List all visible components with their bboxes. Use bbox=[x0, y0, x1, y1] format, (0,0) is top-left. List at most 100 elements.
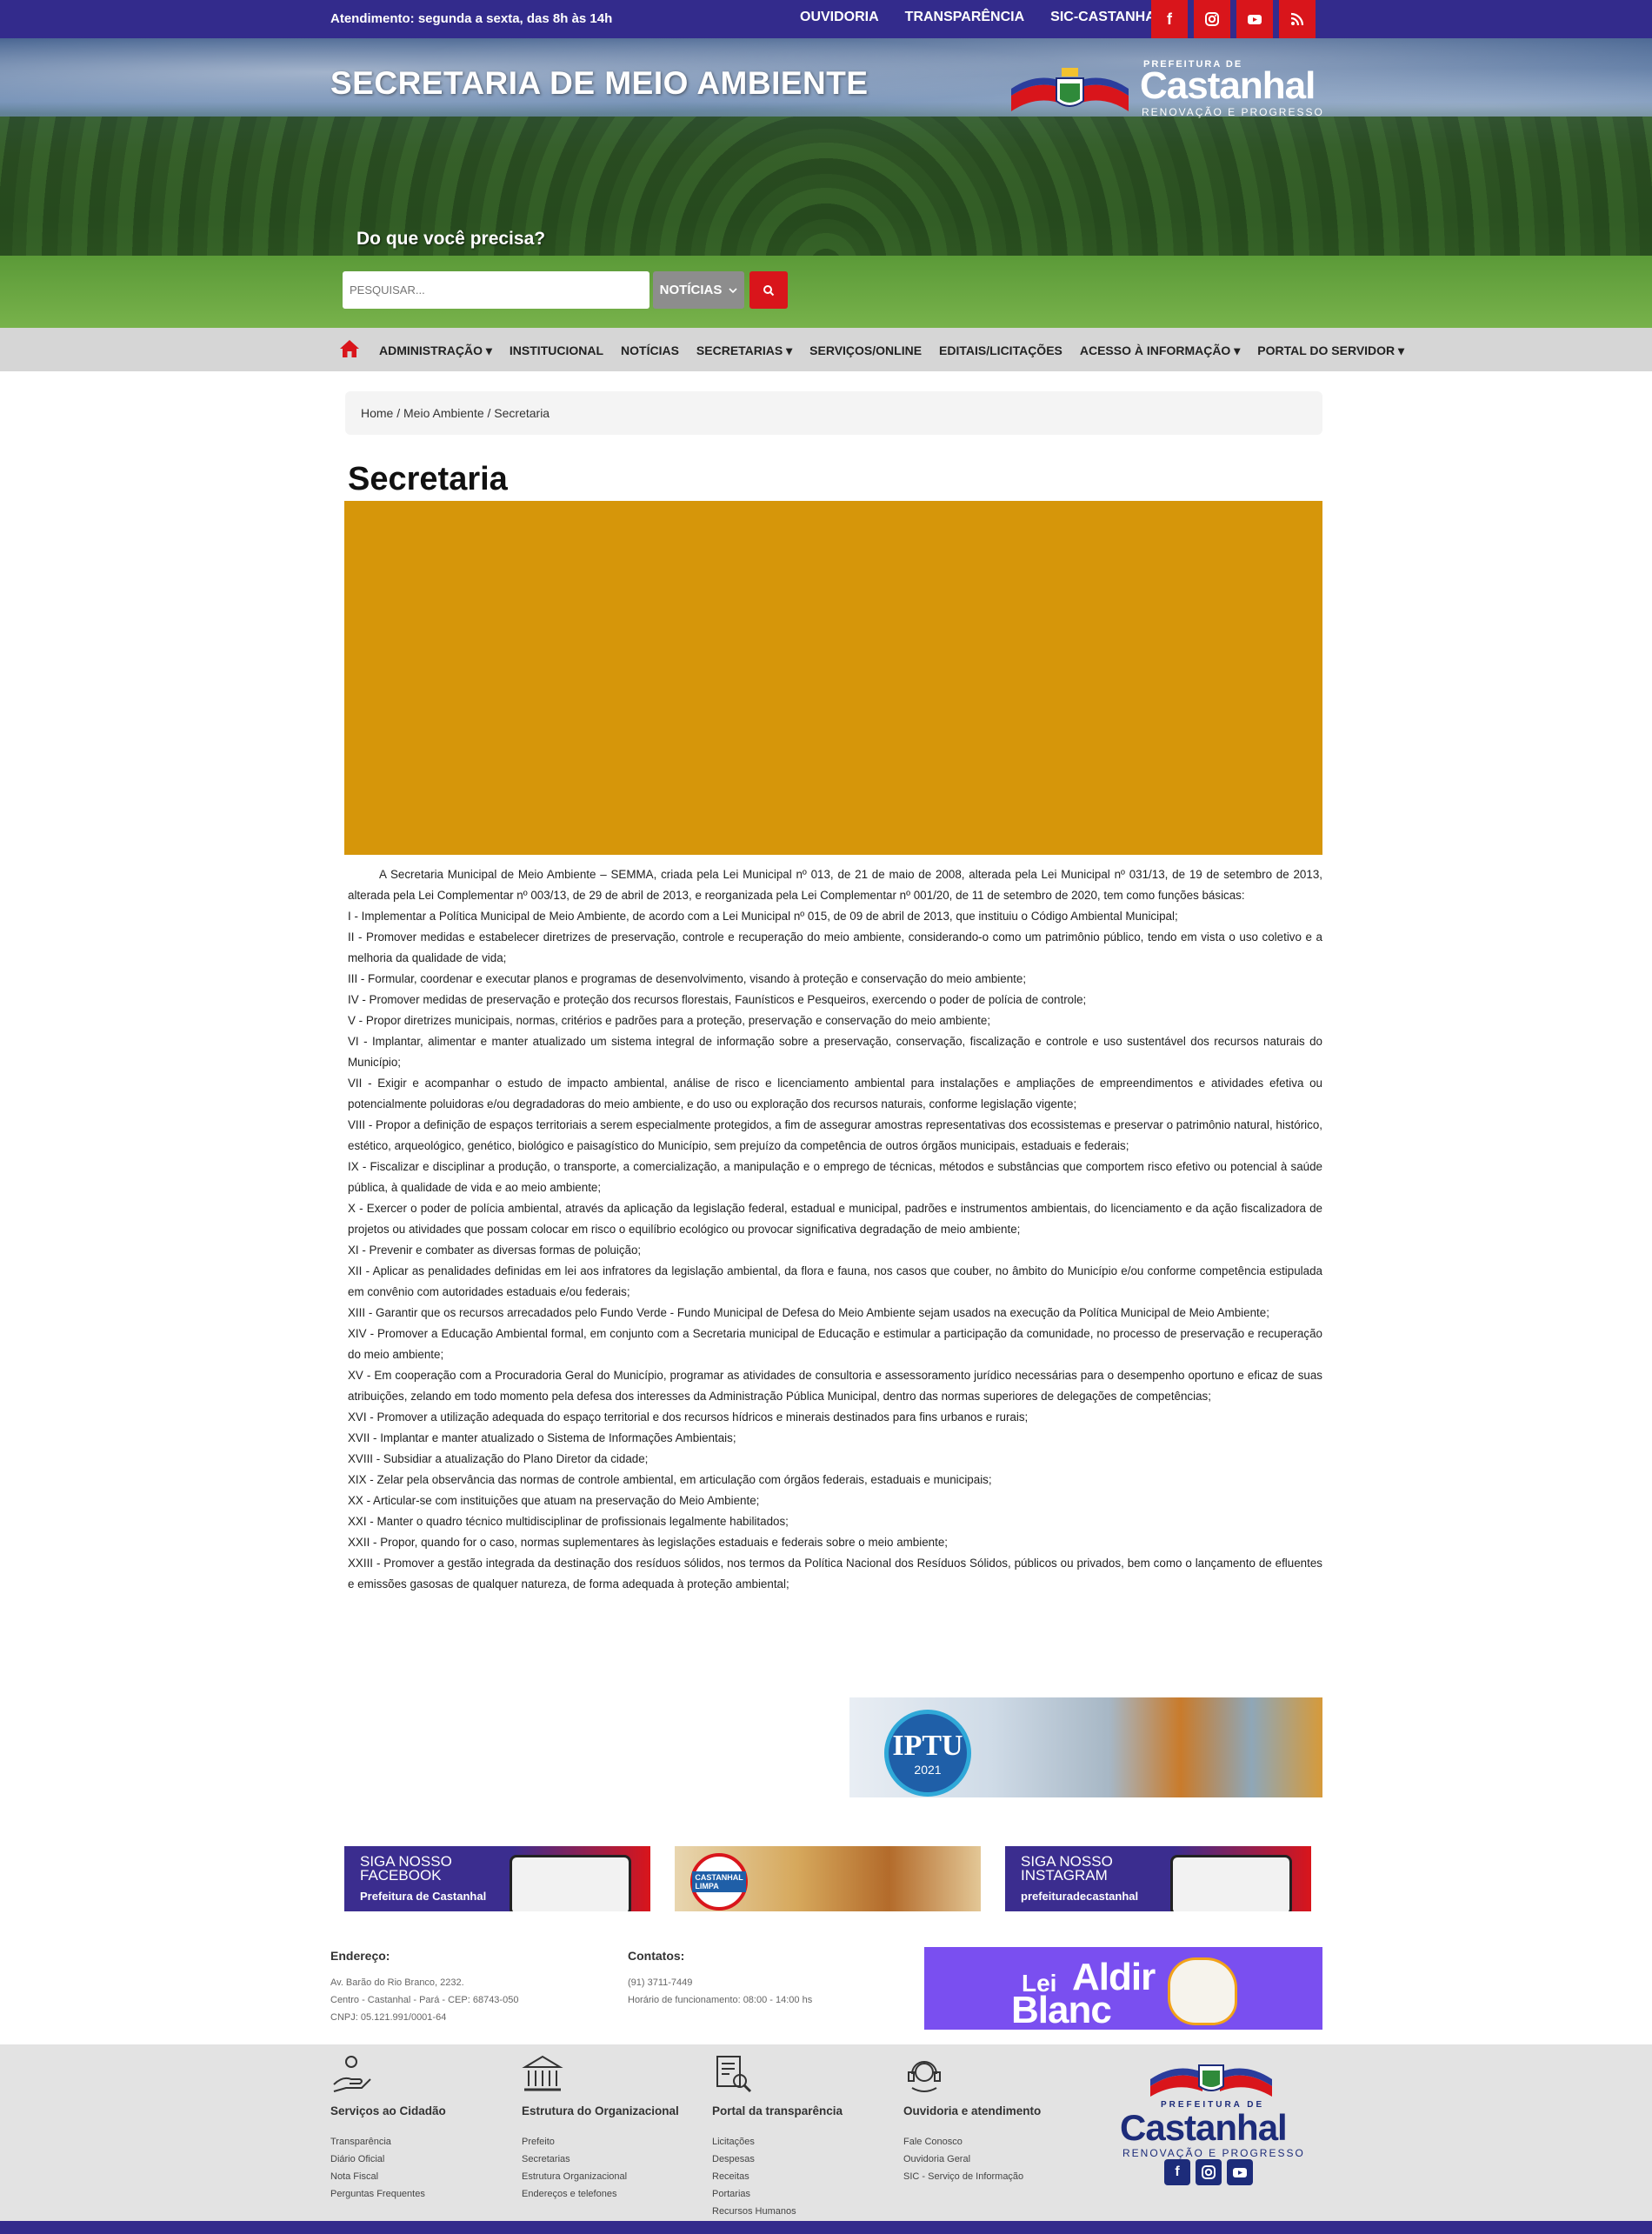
city-emblem-icon bbox=[1011, 68, 1129, 111]
footer-link[interactable]: Nota Fiscal bbox=[330, 2168, 446, 2185]
youtube-icon[interactable] bbox=[1236, 0, 1273, 38]
link-ouvidoria[interactable]: OUVIDORIA bbox=[800, 10, 879, 25]
function-item: XIX - Zelar pela observância das normas … bbox=[348, 1473, 992, 1486]
nav-portal-servidor[interactable]: PORTAL DO SERVIDOR ▾ bbox=[1257, 343, 1404, 358]
instagram-icon[interactable] bbox=[1194, 0, 1230, 38]
footer-link[interactable]: Fale Conosco bbox=[903, 2133, 1041, 2151]
instagram-banner[interactable]: SIGA NOSSO INSTAGRAM prefeituradecastanh… bbox=[1005, 1846, 1311, 1911]
nav-editais-licitacoes[interactable]: EDITAIS/LICITAÇÕES bbox=[939, 343, 1062, 358]
footer-link[interactable]: Recursos Humanos bbox=[712, 2203, 843, 2220]
contacts-block: (91) 3711-7449 Horário de funcionamento:… bbox=[628, 1974, 812, 2009]
function-item: XX - Articular-se com instituições que a… bbox=[348, 1494, 760, 1507]
function-item: VI - Implantar, alimentar e manter atual… bbox=[348, 1035, 1322, 1069]
footer-col-ouvidoria: Ouvidoria e atendimento Fale Conosco Ouv… bbox=[903, 2053, 1041, 2185]
grass-field bbox=[0, 256, 1652, 328]
header-logo[interactable]: PREFEITURA DE Castanhal RENOVAÇÃO E PROG… bbox=[1011, 56, 1324, 160]
nav-servicos-online[interactable]: SERVIÇOS/ONLINE bbox=[809, 343, 922, 358]
function-item: I - Implementar a Política Municipal de … bbox=[348, 910, 1178, 923]
address-line: CNPJ: 05.121.991/0001-64 bbox=[330, 2012, 447, 2023]
footer-link[interactable]: Perguntas Frequentes bbox=[330, 2185, 446, 2203]
iptu-banner[interactable]: IPTU 2021 bbox=[849, 1697, 1322, 1797]
facebook-banner[interactable]: SIGA NOSSO FACEBOOK Prefeitura de Castan… bbox=[344, 1846, 650, 1911]
function-item: XXII - Propor, quando for o caso, normas… bbox=[348, 1536, 948, 1549]
top-bar: Atendimento: segunda a sexta, das 8h às … bbox=[0, 0, 1652, 38]
facebook-icon[interactable]: f bbox=[1164, 2159, 1190, 2185]
instagram-icon[interactable] bbox=[1196, 2159, 1222, 2185]
support-headset-icon bbox=[908, 2061, 941, 2092]
iptu-year: 2021 bbox=[914, 1763, 942, 1777]
footer-col-servicos: Serviços ao Cidadão Transparência Diário… bbox=[330, 2053, 446, 2203]
facebook-icon[interactable]: f bbox=[1151, 0, 1188, 38]
search-category-select[interactable]: NOTÍCIAS bbox=[653, 271, 744, 309]
function-item: II - Promover medidas e estabelecer dire… bbox=[348, 930, 1322, 964]
nav-noticias[interactable]: NOTÍCIAS bbox=[621, 343, 679, 358]
function-item: IX - Fiscalizar e disciplinar a produção… bbox=[348, 1160, 1322, 1194]
link-transparencia[interactable]: TRANSPARÊNCIA bbox=[905, 10, 1024, 25]
chevron-down-icon bbox=[729, 287, 737, 293]
footer-logo-slogan: RENOVAÇÃO E PROGRESSO bbox=[1122, 2147, 1305, 2159]
function-item: XXI - Manter o quadro técnico multidisci… bbox=[348, 1515, 789, 1528]
logo-name: Castanhal bbox=[1140, 64, 1316, 107]
footer-col-title: Portal da transparência bbox=[712, 2104, 843, 2117]
nav-institucional[interactable]: INSTITUCIONAL bbox=[510, 343, 603, 358]
instagram-banner-handle: prefeituradecastanhal bbox=[1021, 1890, 1139, 1903]
footer-link[interactable]: Transparência bbox=[330, 2133, 446, 2151]
function-item: XIV - Promover a Educação Ambiental form… bbox=[348, 1327, 1322, 1361]
breadcrumb[interactable]: Home / Meio Ambiente / Secretaria bbox=[345, 391, 1322, 435]
opening-hours: Horário de funcionamento: 08:00 - 14:00 … bbox=[628, 1995, 813, 2005]
footer-link[interactable]: Portarias bbox=[712, 2185, 843, 2203]
function-item: XXIII - Promover a gestão integrada da d… bbox=[348, 1557, 1322, 1590]
function-item: VII - Exigir e acompanhar o estudo de im… bbox=[348, 1077, 1322, 1110]
castanhal-limpa-seal: CASTANHAL LIMPA bbox=[690, 1853, 748, 1911]
castanhal-limpa-banner[interactable]: CASTANHAL LIMPA bbox=[675, 1846, 981, 1911]
function-item: XV - Em cooperação com a Procuradoria Ge… bbox=[348, 1369, 1322, 1403]
footer-col-estrutura: Estrutura do Organizacional Prefeito Sec… bbox=[522, 2053, 679, 2203]
facebook-banner-text: SIGA NOSSO FACEBOOK bbox=[360, 1854, 452, 1883]
footer-col-title: Ouvidoria e atendimento bbox=[903, 2104, 1042, 2117]
portrait-illustration bbox=[1168, 1957, 1237, 2025]
footer-link[interactable]: Estrutura Organizacional bbox=[522, 2168, 679, 2185]
search-category-label: NOTÍCIAS bbox=[659, 283, 723, 297]
footer-logo[interactable]: PREFEITURA DE Castanhal RENOVAÇÃO E PROG… bbox=[1116, 2057, 1307, 2187]
footer-link[interactable]: Endereços e telefones bbox=[522, 2185, 679, 2203]
function-item: XII - Aplicar as penalidades definidas e… bbox=[348, 1264, 1322, 1298]
footer-link[interactable]: SIC - Serviço de Informação bbox=[903, 2168, 1041, 2185]
footer-link[interactable]: Diário Oficial bbox=[330, 2151, 446, 2168]
link-sic-castanhal[interactable]: SIC-CASTANHAL bbox=[1050, 10, 1163, 25]
footer-link[interactable]: Ouvidoria Geral bbox=[903, 2151, 1041, 2168]
instagram-banner-text: SIGA NOSSO INSTAGRAM bbox=[1021, 1854, 1113, 1883]
function-item: XVII - Implantar e manter atualizado o S… bbox=[348, 1431, 736, 1444]
function-item: VIII - Propor a definição de espaços ter… bbox=[348, 1118, 1322, 1152]
address-heading: Endereço: bbox=[330, 1949, 390, 1963]
rss-icon[interactable] bbox=[1279, 0, 1316, 38]
citizen-hand-icon bbox=[333, 2056, 371, 2092]
tree-line bbox=[0, 117, 1652, 264]
footer-col-title: Estrutura do Organizacional bbox=[522, 2104, 679, 2117]
footer-link[interactable]: Receitas bbox=[712, 2168, 843, 2185]
function-item: XVI - Promover a utilização adequada do … bbox=[348, 1410, 1029, 1424]
footer-link[interactable]: Despesas bbox=[712, 2151, 843, 2168]
search-input[interactable] bbox=[343, 271, 649, 309]
nav-secretarias[interactable]: SECRETARIAS ▾ bbox=[696, 343, 792, 358]
address-block: Av. Barão do Rio Branco, 2232. Centro - … bbox=[330, 1974, 518, 2026]
function-item: XI - Prevenir e combater as diversas for… bbox=[348, 1244, 642, 1257]
contacts-heading: Contatos: bbox=[628, 1949, 685, 1963]
featured-image-placeholder bbox=[344, 501, 1322, 855]
youtube-icon[interactable] bbox=[1227, 2159, 1253, 2185]
footer-col-transparencia: Portal da transparência Licitações Despe… bbox=[712, 2053, 843, 2220]
home-icon[interactable] bbox=[339, 339, 360, 358]
nav-acesso-informacao[interactable]: ACESSO À INFORMAÇÃO ▾ bbox=[1080, 343, 1240, 358]
footer-link[interactable]: Secretarias bbox=[522, 2151, 679, 2168]
footer-logo-name: Castanhal bbox=[1120, 2107, 1288, 2148]
search-prompt: Do que você precisa? bbox=[356, 229, 546, 249]
footer-link[interactable]: Licitações bbox=[712, 2133, 843, 2151]
bottom-bar bbox=[0, 2221, 1652, 2234]
search-icon bbox=[763, 284, 775, 296]
lei-aldir-blanc-banner[interactable]: Lei Aldir Blanc bbox=[924, 1947, 1322, 2030]
search-button[interactable] bbox=[749, 271, 788, 309]
footer-link[interactable]: Prefeito bbox=[522, 2133, 679, 2151]
iptu-badge: IPTU 2021 bbox=[884, 1710, 971, 1797]
logo-slogan: RENOVAÇÃO E PROGRESSO bbox=[1142, 106, 1324, 118]
nav-administracao[interactable]: ADMINISTRAÇÃO ▾ bbox=[379, 343, 492, 358]
function-item: IV - Promover medidas de preservação e p… bbox=[348, 993, 1087, 1006]
